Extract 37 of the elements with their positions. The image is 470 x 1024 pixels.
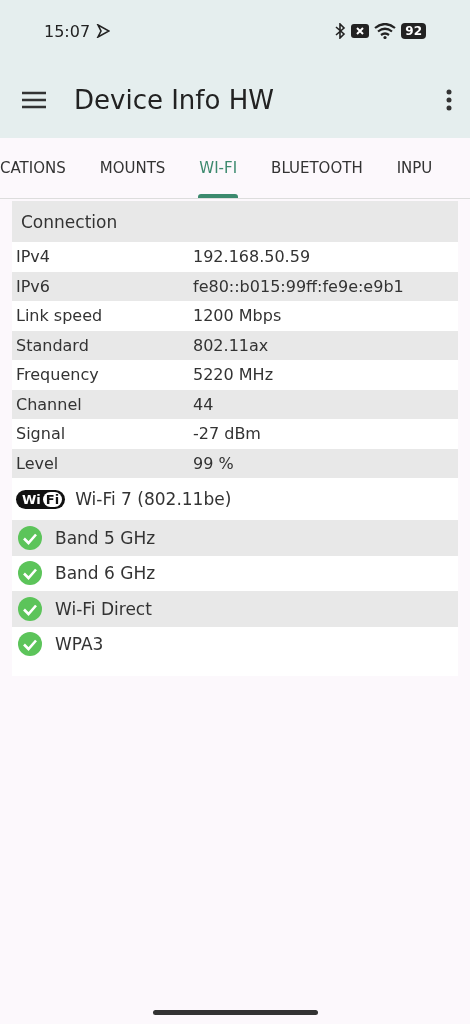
tab[interactable]: WI-FI xyxy=(182,138,255,198)
property-value: 1200 Mbps xyxy=(193,306,282,326)
feature-label: Wi-Fi Direct xyxy=(55,598,152,619)
property-label: Standard xyxy=(16,335,90,355)
tab[interactable]: CATIONS xyxy=(0,138,83,198)
property-value: 192.168.50.59 xyxy=(193,247,311,267)
tab[interactable]: BLUETOOTH xyxy=(254,138,380,198)
more-options-icon[interactable] xyxy=(446,89,452,111)
feature-label: WPA3 xyxy=(55,634,104,655)
property-label: Level xyxy=(16,453,60,473)
feature-label: Band 5 GHz xyxy=(55,527,156,548)
property-label: Signal xyxy=(16,424,67,444)
tab[interactable]: INPU xyxy=(379,138,450,198)
property-value: 5220 MHz xyxy=(193,365,274,385)
property-label: IPv4 xyxy=(16,247,51,267)
wifi-logo-icon: Wi Fi xyxy=(16,489,66,509)
feature-label: Band 6 GHz xyxy=(55,563,156,584)
menu-icon[interactable] xyxy=(22,91,46,109)
play-icon xyxy=(96,24,111,38)
property-value: 99 % xyxy=(193,453,234,473)
property-label: Channel xyxy=(16,394,83,414)
property-label: Link speed xyxy=(16,306,104,326)
wifi-standard: Wi-Fi 7 (802.11be) xyxy=(75,489,232,509)
section-header: Connection xyxy=(12,201,458,242)
property-value: 802.11ax xyxy=(193,335,269,355)
bluetooth-icon xyxy=(334,23,347,39)
property-label: IPv6 xyxy=(16,276,51,296)
property-value: 44 xyxy=(193,394,214,414)
app-title: Device Info HW xyxy=(74,85,275,115)
property-value: fe80::b015:99ff:fe9e:e9b1 xyxy=(193,276,404,296)
battery-level: 92 xyxy=(401,23,426,39)
property-label: Frequency xyxy=(16,365,100,385)
tab[interactable]: MOUNTS xyxy=(82,138,183,198)
wifi-icon xyxy=(374,23,397,39)
notification-icon xyxy=(351,23,370,39)
clock: 15:07 xyxy=(44,21,91,41)
property-value: -27 dBm xyxy=(193,424,261,444)
